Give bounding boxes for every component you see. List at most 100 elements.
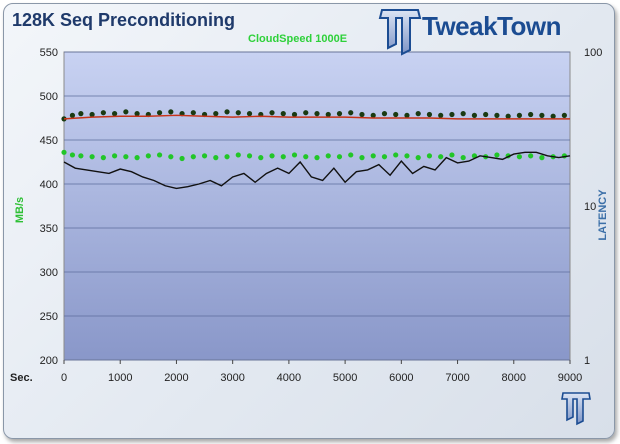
data-point-s1: [156, 110, 163, 116]
data-point-s0: [156, 152, 163, 158]
data-point-s1: [426, 111, 433, 118]
data-point-s0: [280, 154, 286, 160]
data-point-s0: [449, 152, 455, 158]
data-point-s0: [89, 154, 95, 160]
data-point-s1: [460, 111, 466, 117]
data-point-s0: [516, 154, 523, 160]
data-point-s1: [516, 112, 523, 118]
x-tick-label: 2000: [164, 372, 188, 384]
y-tick-label: 300: [40, 267, 58, 279]
data-point-s1: [303, 110, 309, 116]
data-point-s1: [505, 113, 511, 119]
data-point-s1: [69, 112, 76, 118]
x-tick-label: 8000: [502, 372, 526, 384]
data-point-s0: [246, 153, 253, 159]
data-point-s0: [123, 154, 129, 160]
x-tick-label: 3000: [220, 372, 244, 384]
data-point-s0: [112, 153, 118, 159]
y2-tick-label: 1: [584, 355, 590, 367]
data-point-s1: [89, 111, 95, 118]
data-point-s1: [246, 111, 253, 117]
data-point-s0: [224, 154, 230, 160]
data-point-s1: [224, 109, 230, 115]
data-point-s0: [190, 154, 196, 160]
data-point-s1: [438, 112, 444, 118]
y-axis-label: MB/s: [14, 197, 26, 223]
data-point-s0: [134, 155, 140, 161]
data-point-s1: [404, 112, 410, 118]
data-point-s1: [235, 110, 241, 116]
data-point-s1: [314, 111, 320, 117]
data-point-s0: [258, 155, 264, 161]
y2-tick-label: 10: [584, 201, 596, 213]
x-tick-label: 4000: [277, 372, 301, 384]
data-point-s0: [213, 155, 219, 161]
data-point-s0: [291, 152, 298, 158]
data-point-s1: [280, 111, 286, 117]
x-tick-label: 7000: [445, 372, 469, 384]
x-tick-label: 5000: [333, 372, 357, 384]
data-point-s1: [528, 111, 534, 118]
data-point-s0: [404, 153, 410, 159]
chart-svg: 0 1000 2000 3000 4000 5000 6000 7000 8000 9000 20…: [10, 9, 609, 426]
data-point-s0: [78, 153, 84, 159]
data-point-s0: [359, 155, 365, 161]
x-tick-label: 1000: [108, 372, 132, 384]
data-point-s1: [112, 111, 118, 117]
x-tick-label: 0: [61, 372, 67, 384]
y-axis: 200 250 300 350 400 450 500 550: [40, 47, 58, 367]
data-point-s1: [550, 113, 556, 119]
data-point-s1: [415, 111, 421, 117]
tweaktown-small-logo-icon: [561, 392, 591, 426]
y2-tick-label: 100: [584, 47, 602, 59]
data-point-s1: [561, 112, 567, 118]
data-point-s0: [235, 152, 241, 158]
data-point-s1: [213, 111, 219, 117]
data-point-s1: [269, 110, 275, 116]
data-point-s0: [348, 152, 354, 158]
data-point-s0: [325, 153, 331, 159]
y-tick-label: 450: [40, 135, 58, 147]
data-point-s0: [460, 155, 466, 161]
data-point-s0: [168, 154, 174, 160]
data-point-s0: [494, 152, 500, 158]
data-point-s0: [303, 154, 309, 160]
y-tick-label: 550: [40, 47, 58, 59]
data-point-s1: [291, 111, 298, 118]
x-tick-label: 9000: [558, 372, 582, 384]
data-point-s0: [539, 155, 545, 161]
data-point-s1: [78, 111, 84, 117]
data-point-s0: [426, 153, 433, 159]
data-point-s0: [393, 152, 399, 158]
data-point-s1: [359, 111, 365, 118]
data-point-s0: [201, 153, 208, 159]
data-point-s1: [393, 111, 399, 118]
data-point-s0: [381, 154, 388, 160]
data-point-s0: [179, 155, 185, 162]
data-point-s1: [190, 110, 196, 116]
brand-name: TweakTown: [422, 11, 562, 41]
data-point-s1: [348, 110, 354, 116]
y-tick-label: 400: [40, 179, 58, 191]
data-point-s1: [370, 112, 376, 118]
data-point-s1: [381, 111, 388, 117]
y-tick-label: 200: [40, 355, 58, 367]
x-tick-label: 6000: [389, 372, 413, 384]
data-point-s0: [145, 153, 151, 159]
y-tick-label: 500: [40, 91, 58, 103]
data-point-s0: [528, 153, 534, 159]
data-point-s0: [336, 154, 343, 160]
data-point-s1: [123, 109, 129, 115]
x-axis: 0 1000 2000 3000 4000 5000 6000 7000 8000 9000: [61, 360, 582, 384]
data-point-s1: [100, 110, 106, 116]
data-point-s1: [483, 111, 489, 118]
y-tick-label: 250: [40, 311, 58, 323]
data-point-s0: [69, 152, 76, 158]
data-point-s0: [100, 155, 106, 161]
data-point-s0: [415, 155, 421, 161]
data-point-s1: [336, 111, 343, 117]
data-point-s1: [449, 111, 455, 118]
data-point-s0: [370, 153, 376, 159]
y2-axis-label: LATENCY: [597, 189, 609, 241]
data-point-s1: [134, 111, 140, 117]
